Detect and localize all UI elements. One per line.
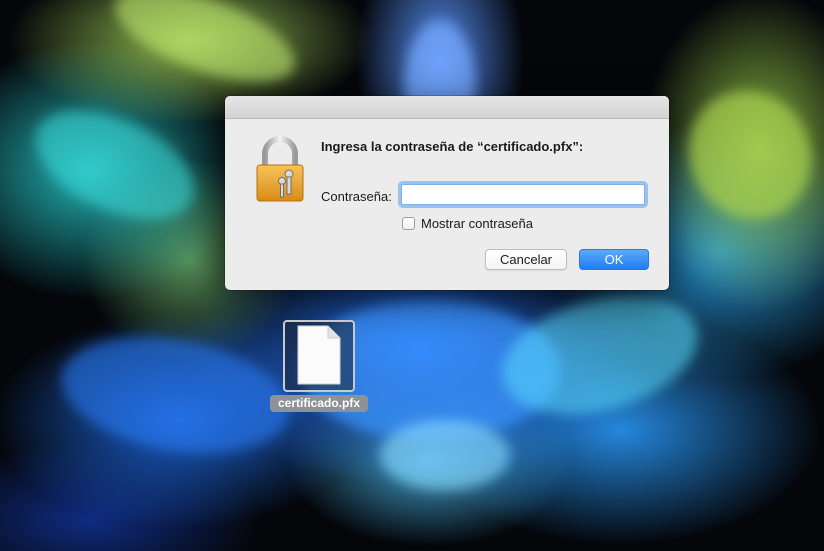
password-field[interactable] bbox=[401, 184, 645, 205]
password-label: Contraseña: bbox=[321, 189, 392, 204]
desktop-file-item[interactable]: certificado.pfx bbox=[270, 320, 368, 412]
dialog-titlebar[interactable] bbox=[225, 96, 669, 119]
show-password-toggle[interactable]: Mostrar contraseña bbox=[402, 215, 533, 231]
padlock-with-keys-icon bbox=[256, 136, 304, 202]
cancel-button[interactable]: Cancelar bbox=[485, 249, 567, 270]
ok-button[interactable]: OK bbox=[579, 249, 649, 270]
password-dialog: Ingresa la contraseña de “certificado.pf… bbox=[225, 96, 669, 290]
show-password-label: Mostrar contraseña bbox=[421, 215, 533, 231]
file-name-label[interactable]: certificado.pfx bbox=[270, 395, 368, 412]
dialog-title: Ingresa la contraseña de “certificado.pf… bbox=[321, 139, 584, 154]
blank-document-icon[interactable] bbox=[296, 324, 342, 386]
show-password-checkbox[interactable] bbox=[402, 216, 415, 230]
